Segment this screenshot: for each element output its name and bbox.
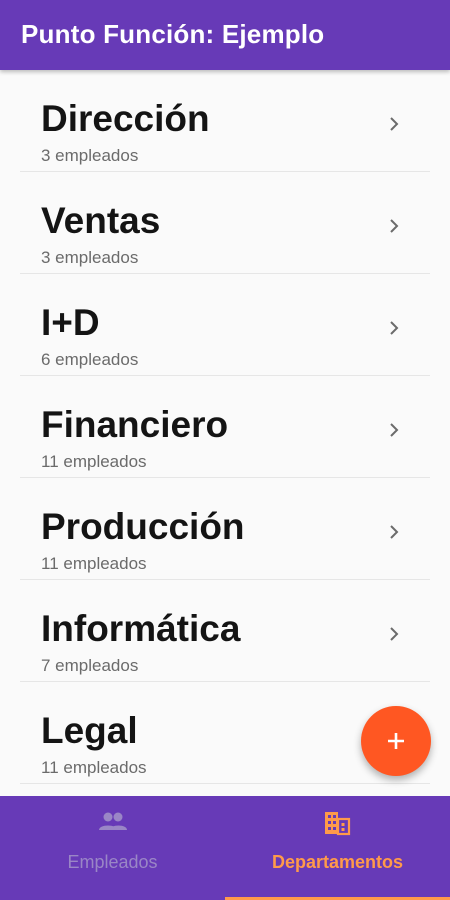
add-icon	[388, 733, 404, 749]
tab-departments-label: Departamentos	[271, 852, 404, 872]
department-name: Dirección	[41, 98, 210, 139]
employee-count: 11 empleados	[41, 554, 147, 573]
list-item[interactable]: Informática 7 empleados	[20, 580, 430, 682]
employee-count: 3 empleados	[41, 248, 139, 267]
chevron-right-icon	[390, 321, 399, 335]
department-name: Informática	[41, 608, 241, 649]
app-bar: Punto Función: Ejemplo	[0, 0, 450, 70]
department-name: I+D	[41, 302, 100, 343]
employee-count: 6 empleados	[41, 350, 139, 369]
tab-employees[interactable]: Empleados	[0, 796, 225, 900]
chevron-right-icon	[390, 525, 399, 539]
list-item[interactable]: I+D 6 empleados	[20, 274, 430, 376]
tab-departments[interactable]: Departamentos	[225, 796, 450, 900]
department-name: Ventas	[41, 200, 161, 241]
department-list[interactable]: Dirección 3 empleados Ventas 3 empleados…	[0, 70, 450, 796]
tab-employees-label: Empleados	[67, 852, 158, 872]
people-icon	[99, 812, 127, 830]
department-name: Legal	[41, 710, 138, 751]
chevron-right-icon	[390, 627, 399, 641]
list-item[interactable]: Dirección 3 empleados	[20, 70, 430, 172]
employee-count: 11 empleados	[41, 452, 147, 471]
chevron-right-icon	[390, 117, 399, 131]
bottom-navigation: Empleados Departamentos	[0, 796, 450, 900]
employee-count: 3 empleados	[41, 146, 139, 165]
list-item[interactable]: Ventas 3 empleados	[20, 172, 430, 274]
employee-count: 7 empleados	[41, 656, 139, 675]
employee-count: 11 empleados	[41, 758, 147, 777]
app-title: Punto Función: Ejemplo	[21, 19, 325, 49]
building-icon	[325, 812, 351, 836]
department-name: Producción	[41, 506, 245, 547]
chevron-right-icon	[390, 219, 399, 233]
list-item[interactable]: Producción 11 empleados	[20, 478, 430, 580]
department-name: Financiero	[41, 404, 229, 445]
chevron-right-icon	[390, 423, 399, 437]
list-item[interactable]: Financiero 11 empleados	[20, 376, 430, 478]
add-department-button[interactable]	[361, 706, 431, 776]
